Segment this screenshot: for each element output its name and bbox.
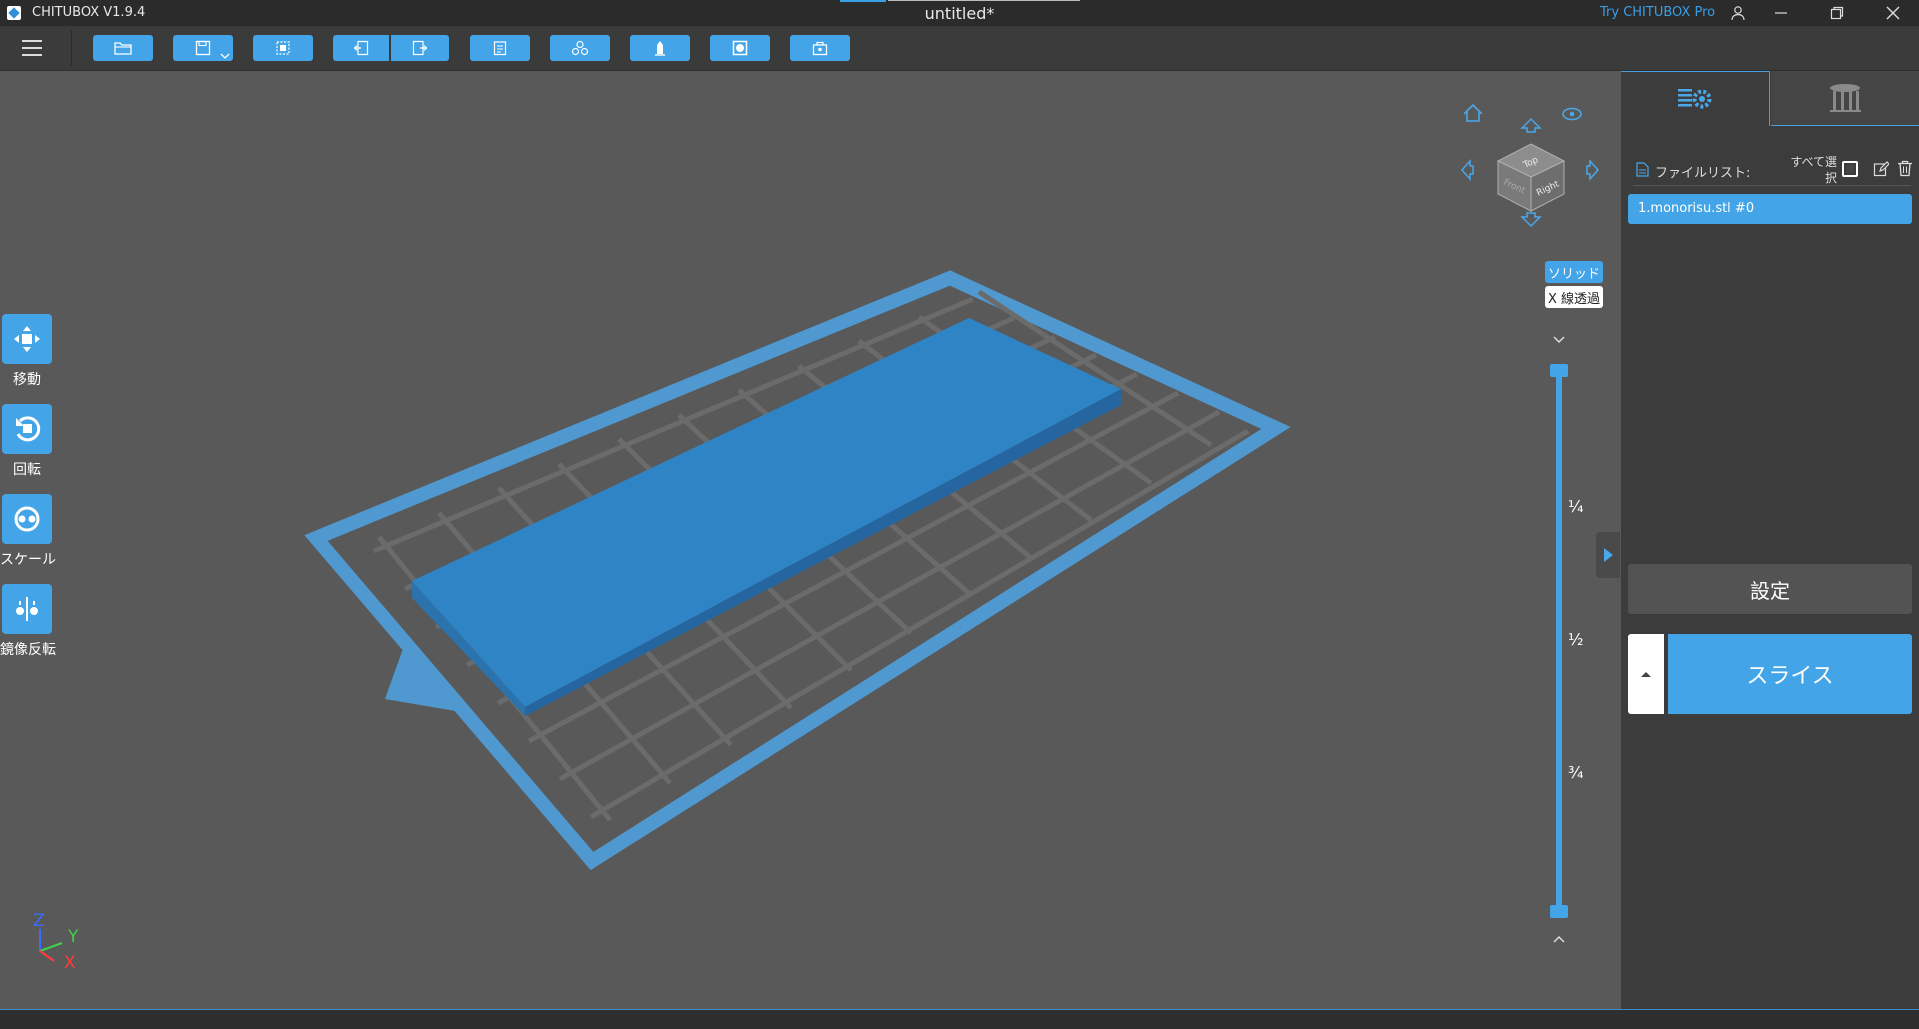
rotate-left-icon[interactable] <box>1460 159 1474 181</box>
checkbox-inner <box>1846 165 1854 173</box>
view-cube[interactable]: Top Right Front <box>1496 143 1566 212</box>
layer-slider-top-handle[interactable] <box>1550 364 1568 377</box>
file-settings-icon <box>1678 89 1712 109</box>
mirror-tool-label: 鏡像反転 <box>0 642 56 658</box>
redo-icon <box>412 40 428 56</box>
save-button[interactable] <box>173 35 233 61</box>
slider-bottom-chevron-icon[interactable] <box>1552 934 1566 944</box>
save-icon <box>195 40 211 56</box>
undo-button[interactable] <box>333 35 389 61</box>
chevron-down-icon[interactable] <box>220 52 230 60</box>
tab-supports[interactable] <box>1771 71 1919 126</box>
clipboard-icon <box>493 41 507 56</box>
slider-tick-three-quarter: ¾ <box>1568 763 1584 782</box>
axis-z-label: Z <box>33 911 45 931</box>
layout-icon <box>571 40 589 56</box>
slice-options-button[interactable] <box>1628 634 1664 714</box>
folder-icon <box>114 42 132 55</box>
view-navigator: Top Right Front <box>1460 103 1600 228</box>
rotate-right-icon[interactable] <box>1586 159 1600 181</box>
restore-icon[interactable] <box>1811 0 1863 26</box>
clipboard-button[interactable] <box>470 35 530 61</box>
scale-tool[interactable]: スケール <box>0 494 56 569</box>
right-panel: ファイルリスト: すべて選 択 1.monorisu.stl #0 設定 スライ… <box>1621 71 1919 1009</box>
file-list-item[interactable]: 1.monorisu.stl #0 <box>1628 194 1912 224</box>
file-icon <box>1636 162 1649 177</box>
move-tool-label: 移動 <box>13 372 41 388</box>
axis-y-label: Y <box>67 927 79 947</box>
tab-indicator <box>888 0 1080 1</box>
slider-top-chevron-icon[interactable] <box>1552 335 1566 345</box>
select-all-line-1: すべて選 <box>1790 155 1837 169</box>
minimize-icon[interactable] <box>1755 0 1807 26</box>
panel-collapse-button[interactable] <box>1596 532 1620 578</box>
eye-view-icon[interactable] <box>1562 107 1582 121</box>
toolbar-divider <box>71 30 72 66</box>
move-icon[interactable] <box>2 314 52 364</box>
file-list-header: ファイルリスト: すべて選 択 <box>1633 154 1913 186</box>
move-tool[interactable]: 移動 <box>0 314 54 389</box>
select-all-label: すべて選 択 <box>1757 154 1837 186</box>
mirror-tool[interactable]: 鏡像反転 <box>0 584 56 659</box>
support-button[interactable] <box>630 35 690 61</box>
trash-icon[interactable] <box>1897 160 1913 177</box>
settings-button[interactable]: 設定 <box>1628 564 1912 614</box>
menu-icon[interactable] <box>20 37 46 59</box>
hollow-icon <box>732 40 748 56</box>
caret-up-icon <box>1641 671 1651 677</box>
auto-layout-button[interactable] <box>550 35 610 61</box>
drill-button[interactable] <box>790 35 850 61</box>
close-icon[interactable] <box>1867 0 1919 26</box>
select-box-icon <box>276 41 290 55</box>
3d-viewport[interactable]: 移動 回転 スケール 鏡像反転 Top Right Front ソリッド X 線… <box>0 71 1620 1009</box>
try-pro-link[interactable]: Try CHITUBOX Pro <box>1600 5 1715 20</box>
rotate-down-icon[interactable] <box>1520 212 1542 228</box>
redo-button[interactable] <box>391 35 449 61</box>
layer-slider-track[interactable] <box>1556 368 1562 912</box>
slice-control: スライス <box>1628 634 1912 714</box>
scale-tool-label: スケール <box>0 552 56 568</box>
main-toolbar <box>0 26 1919 71</box>
rotate-tool[interactable]: 回転 <box>0 404 54 479</box>
layer-slider-bottom-handle[interactable] <box>1550 905 1568 918</box>
hollow-button[interactable] <box>710 35 770 61</box>
rotate-up-icon[interactable] <box>1520 117 1542 133</box>
open-file-button[interactable] <box>93 35 153 61</box>
select-button[interactable] <box>253 35 313 61</box>
plate-label-tab <box>385 643 467 713</box>
slice-button[interactable]: スライス <box>1668 634 1912 714</box>
file-list-label: ファイルリスト: <box>1655 166 1751 181</box>
rotate-tool-label: 回転 <box>13 462 41 478</box>
slider-tick-quarter: ¼ <box>1568 497 1584 516</box>
support-icon <box>655 41 665 56</box>
select-all-line-2: 択 <box>1824 171 1837 185</box>
edit-icon[interactable] <box>1873 161 1889 177</box>
build-plate-scene <box>304 270 1291 871</box>
select-all-checkbox[interactable] <box>1842 161 1858 177</box>
undo-icon <box>353 40 369 56</box>
active-tab-indicator <box>840 0 886 2</box>
home-view-icon[interactable] <box>1463 103 1483 122</box>
axis-x-label: X <box>64 953 76 969</box>
rotate-icon[interactable] <box>2 404 52 454</box>
scale-icon[interactable] <box>2 494 52 544</box>
xray-mode-button[interactable]: X 線透過 <box>1545 286 1603 308</box>
mirror-icon[interactable] <box>2 584 52 634</box>
axes-gizmo: Z Y X <box>33 911 79 969</box>
title-bar: CHITUBOX V1.9.4 untitled* Try CHITUBOX P… <box>0 0 1919 26</box>
tab-file-settings[interactable] <box>1621 71 1770 126</box>
status-bar <box>0 1009 1919 1029</box>
supports-icon <box>1830 84 1861 112</box>
drill-icon <box>812 41 828 56</box>
slider-tick-half: ½ <box>1568 630 1584 649</box>
play-arrow-icon <box>1604 548 1613 562</box>
solid-mode-button[interactable]: ソリッド <box>1545 261 1603 283</box>
